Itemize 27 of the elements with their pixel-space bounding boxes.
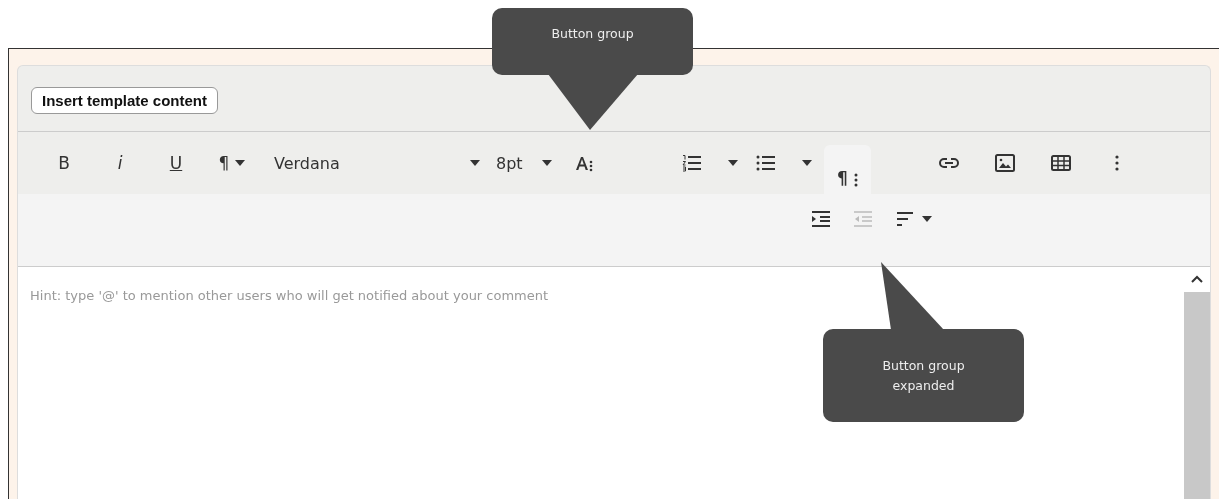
insert-template-button[interactable]: Insert template content <box>31 87 219 114</box>
italic-button[interactable]: i <box>100 146 140 180</box>
paragraph-group-button[interactable]: ¶ <box>824 145 871 194</box>
align-left-icon <box>896 210 916 228</box>
bullet-list-icon <box>756 154 776 172</box>
caret-icon <box>922 216 932 222</box>
vertical-dots-icon <box>853 172 858 188</box>
caret-icon <box>542 160 552 166</box>
vertical-dots-icon <box>1115 154 1119 172</box>
paragraph-format-button[interactable]: ¶ <box>212 146 252 180</box>
caret-icon <box>802 160 812 166</box>
underline-button[interactable]: U <box>156 146 196 180</box>
scrollbar[interactable] <box>1184 267 1210 499</box>
caret-icon <box>235 160 246 166</box>
numbered-list-icon <box>682 154 702 172</box>
outdent-icon <box>853 210 873 228</box>
font-family-select[interactable]: Verdana <box>268 146 484 180</box>
caret-icon <box>470 160 480 166</box>
caret-icon <box>728 160 738 166</box>
image-icon <box>995 154 1015 172</box>
table-icon <box>1051 154 1071 172</box>
bold-button[interactable]: B <box>44 146 84 180</box>
chevron-up-icon <box>1191 275 1203 284</box>
font-size-select[interactable]: 8pt <box>492 146 556 180</box>
indent-icon <box>811 210 831 228</box>
callout-pointer <box>881 262 945 330</box>
letter-dots-icon <box>574 154 594 172</box>
